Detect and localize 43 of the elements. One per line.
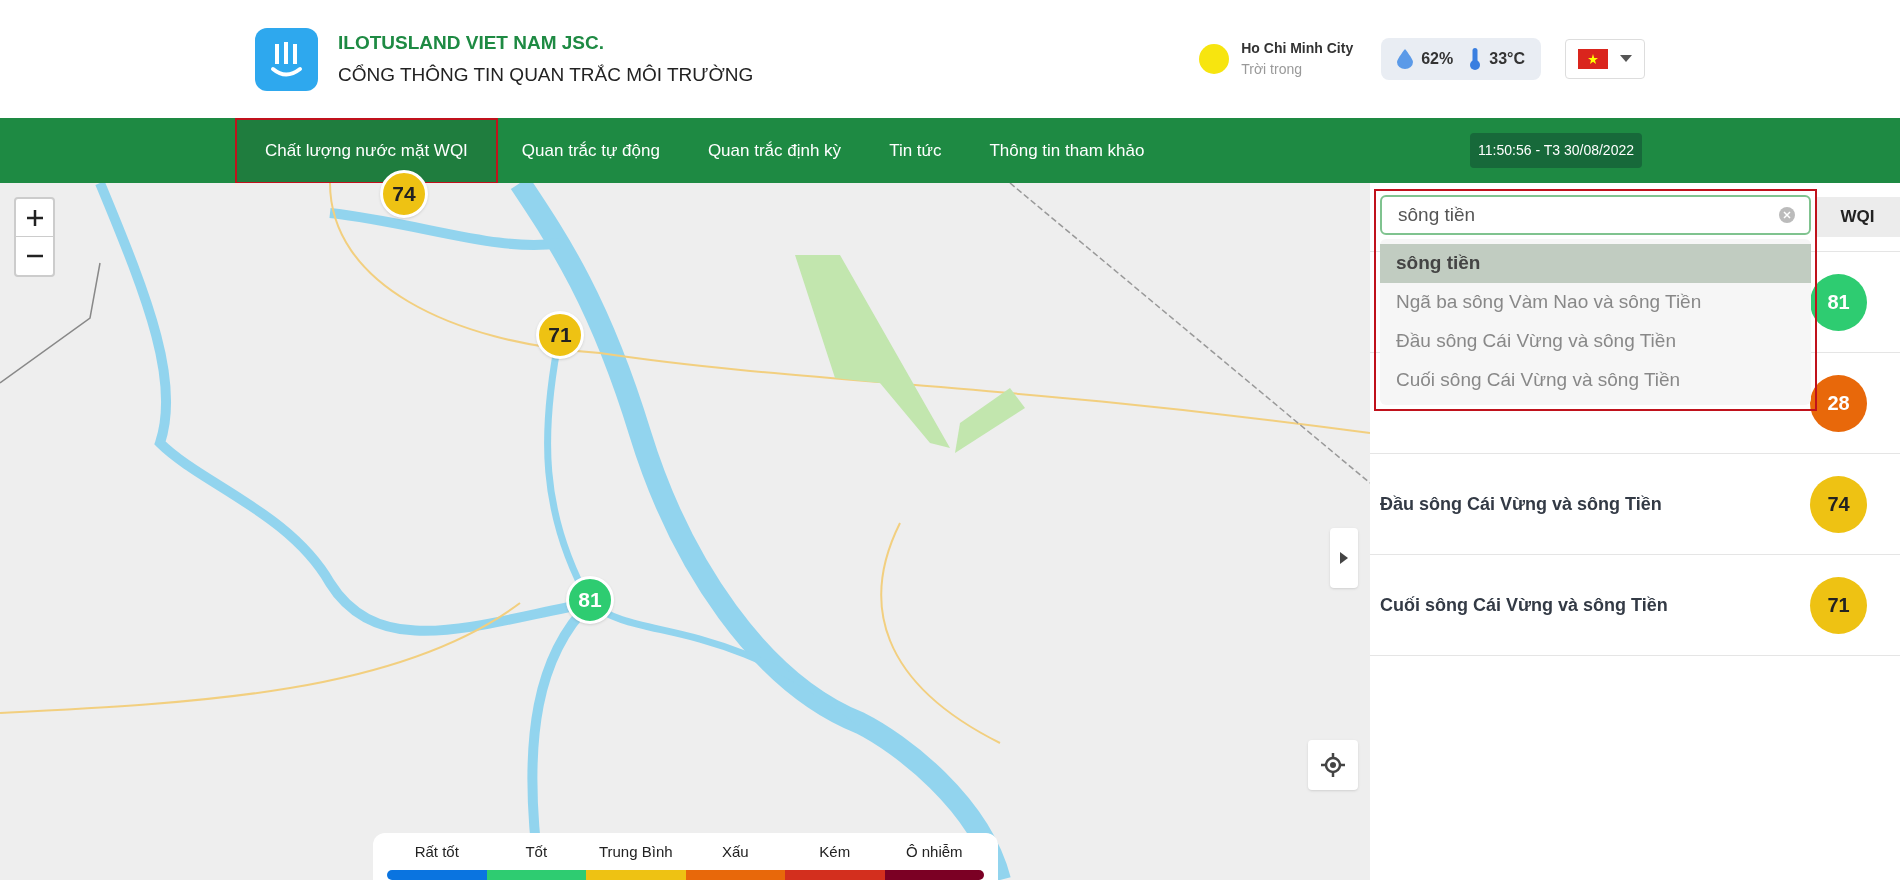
weather-condition: Trời trong [1241, 60, 1303, 79]
language-dropdown[interactable] [1565, 39, 1645, 79]
caret-icon [1620, 55, 1632, 63]
nav-tab[interactable]: Thông tin tham khảo [965, 117, 1169, 184]
thermometer-icon [1469, 48, 1482, 70]
nav-tab[interactable]: Tin tức [865, 117, 966, 184]
legend-label: Ô nhiễm [905, 842, 963, 862]
suggestion-item[interactable]: Cuối sông Cái Vừng và sông Tiền [1380, 361, 1811, 400]
crosshair-icon [1321, 753, 1345, 777]
wqi-badge: 74 [1810, 475, 1867, 533]
column-header: WQI [1815, 197, 1900, 237]
nav-tab[interactable]: Quan trắc tự động [497, 117, 684, 184]
droplet-icon [1397, 49, 1414, 69]
portal-title: CỔNG THÔNG TIN QUAN TRẮC MÔI TRƯỜNG [338, 63, 754, 87]
legend-label: Rất tốt [414, 842, 459, 862]
city-name: Ho Chi Minh City [1241, 39, 1354, 58]
plus-icon [26, 209, 43, 226]
company-name: ILOTUSLAND VIET NAM JSC. [338, 30, 605, 55]
date-time: 11:50:56 - T3 30/08/2022 [1470, 133, 1642, 168]
locate-button[interactable] [1308, 740, 1358, 790]
wqi-badge: 28 [1810, 374, 1867, 432]
suggestion-item[interactable]: Đầu sông Cái Vừng và sông Tiền [1380, 322, 1811, 361]
wqi-badge: 81 [1810, 273, 1867, 331]
station-name[interactable]: Đầu sông Cái Vừng và sông Tiền [1380, 490, 1662, 518]
minus-icon [26, 254, 43, 258]
legend-label: Trung Bình [598, 842, 673, 862]
temperature-value: 33°C [1489, 49, 1525, 69]
suggestion-item[interactable]: Ngã ba sông Vàm Nao và sông Tiền [1380, 283, 1811, 322]
panel-toggle-button[interactable] [1330, 528, 1358, 588]
legend-label: Xấu [721, 842, 749, 862]
flag-icon [1578, 49, 1608, 69]
search-field[interactable]: sông tiền [1380, 195, 1811, 235]
nav-tab[interactable]: Quan trắc định kỳ [683, 117, 866, 184]
wqi-badge: 71 [1810, 576, 1867, 634]
suggestion-item[interactable]: sông tiền [1380, 244, 1811, 283]
logo-icon [255, 27, 318, 91]
legend-label: Kém [819, 842, 851, 862]
sun-icon [1199, 44, 1230, 74]
station-name[interactable]: Cuối sông Cái Vừng và sông Tiền [1380, 591, 1668, 619]
humidity-value: 62% [1421, 49, 1454, 69]
nav-tab[interactable]: Chất lượng nước mặt WQI [235, 117, 498, 184]
legend-label: Tốt [525, 842, 548, 862]
caret-icon [1340, 552, 1348, 564]
